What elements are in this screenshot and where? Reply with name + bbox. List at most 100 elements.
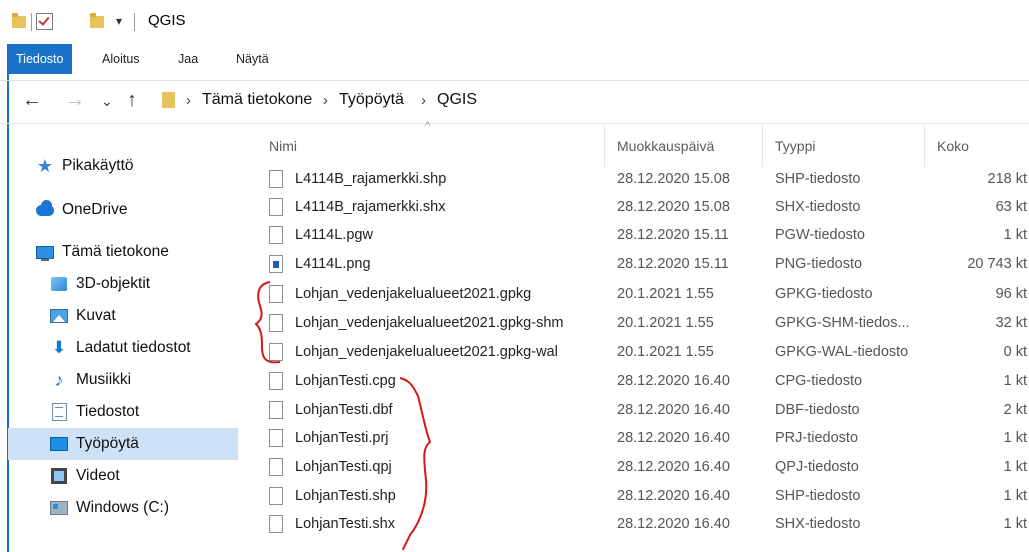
breadcrumb-desktop[interactable]: Työpöytä — [339, 91, 404, 109]
file-icon — [269, 515, 283, 533]
breadcrumb-this-pc[interactable]: Tämä tietokone — [202, 91, 312, 109]
file-type: GPKG-SHM-tiedos... — [775, 315, 910, 331]
up-arrow-icon[interactable]: ↑ — [127, 89, 137, 112]
file-icon — [269, 314, 283, 332]
column-divider[interactable] — [762, 125, 763, 167]
file-type: SHP-tiedosto — [775, 488, 861, 504]
sidebar-item-videos[interactable]: Videot — [50, 460, 238, 492]
file-icon — [269, 429, 283, 447]
file-icon — [269, 458, 283, 476]
breadcrumb-separator: › — [323, 92, 328, 109]
cloud-icon — [36, 199, 54, 219]
sort-ascending-icon: ^ — [425, 120, 431, 132]
sidebar-item-pictures[interactable]: Kuvat — [50, 300, 238, 332]
sidebar-item-music[interactable]: ♪ Musiikki — [50, 364, 238, 396]
file-row[interactable]: LohjanTesti.shx 28.12.2020 16.40 SHX-tie… — [255, 512, 1029, 538]
title-bar: ▾ QGIS — [0, 0, 1029, 44]
sidebar-item-windows-c[interactable]: Windows (C:) — [50, 492, 238, 524]
file-name: LohjanTesti.dbf — [295, 402, 393, 418]
recent-locations-icon[interactable]: ⌄ — [101, 93, 113, 110]
file-icon — [269, 372, 283, 390]
sidebar-item-label: Musiikki — [76, 371, 132, 388]
tab-view[interactable]: Näytä — [236, 44, 269, 74]
file-type: SHX-tiedosto — [775, 199, 861, 215]
file-size: 2 kt — [1003, 402, 1027, 418]
file-row[interactable]: LohjanTesti.dbf 28.12.2020 16.40 DBF-tie… — [255, 398, 1029, 424]
pictures-icon — [50, 307, 68, 325]
breadcrumb-qgis[interactable]: QGIS — [437, 91, 477, 109]
file-row[interactable]: Lohjan_vedenjakelualueet2021.gpkg-shm 20… — [255, 311, 1029, 337]
column-header-modified[interactable]: Muokkauspäivä — [617, 138, 714, 154]
file-size: 0 kt — [1003, 344, 1027, 360]
file-type: GPKG-tiedosto — [775, 286, 873, 302]
back-arrow-icon[interactable]: ← — [22, 89, 42, 112]
file-row[interactable]: L4114L.pgw 28.12.2020 15.11 PGW-tiedosto… — [255, 223, 1029, 249]
file-name: Lohjan_vedenjakelualueet2021.gpkg — [295, 286, 532, 302]
desktop-icon — [50, 435, 68, 453]
file-row[interactable]: LohjanTesti.prj 28.12.2020 16.40 PRJ-tie… — [255, 426, 1029, 452]
file-row[interactable]: LohjanTesti.qpj 28.12.2020 16.40 QPJ-tie… — [255, 455, 1029, 481]
sidebar-item-onedrive[interactable]: OneDrive — [36, 194, 238, 226]
file-modified: 28.12.2020 15.08 — [617, 171, 730, 187]
sidebar-item-this-pc[interactable]: Tämä tietokone — [36, 236, 238, 268]
file-size: 1 kt — [1003, 516, 1027, 532]
file-row[interactable]: Lohjan_vedenjakelualueet2021.gpkg 20.1.2… — [255, 282, 1029, 308]
customize-toolbar-dropdown-icon[interactable]: ▾ — [116, 14, 122, 28]
file-modified: 28.12.2020 15.11 — [617, 256, 729, 272]
file-row[interactable]: LohjanTesti.cpg 28.12.2020 16.40 CPG-tie… — [255, 369, 1029, 395]
tab-share[interactable]: Jaa — [178, 44, 198, 74]
file-icon — [269, 401, 283, 419]
column-header-type[interactable]: Tyyppi — [775, 138, 815, 154]
tab-file[interactable]: Tiedosto — [7, 44, 73, 74]
breadcrumb-separator: › — [186, 92, 191, 109]
sidebar-item-desktop[interactable]: Työpöytä — [8, 428, 238, 460]
file-modified: 28.12.2020 16.40 — [617, 430, 730, 446]
column-header-name[interactable]: Nimi — [269, 138, 297, 154]
sidebar-item-label: Ladatut tiedostot — [76, 339, 191, 356]
file-name: LohjanTesti.shx — [295, 516, 395, 532]
sidebar-item-label: Kuvat — [76, 307, 116, 324]
sidebar-item-label: OneDrive — [62, 201, 128, 218]
file-name: LohjanTesti.cpg — [295, 373, 396, 389]
sidebar-item-documents[interactable]: Tiedostot — [50, 396, 238, 428]
forward-arrow-icon[interactable]: → — [65, 89, 85, 112]
column-divider[interactable] — [604, 125, 605, 167]
new-folder-icon[interactable] — [90, 13, 104, 28]
ribbon-tabs: Tiedosto Aloitus Jaa Näytä — [0, 44, 1029, 74]
file-type: CPG-tiedosto — [775, 373, 863, 389]
divider — [31, 13, 32, 31]
file-size: 20 743 kt — [967, 256, 1027, 272]
file-modified: 20.1.2021 1.55 — [617, 286, 714, 302]
file-row[interactable]: LohjanTesti.shp 28.12.2020 16.40 SHP-tie… — [255, 484, 1029, 510]
sidebar-item-3d-objects[interactable]: 3D-objektit — [50, 268, 238, 300]
file-row[interactable]: L4114B_rajamerkki.shx 28.12.2020 15.08 S… — [255, 195, 1029, 221]
column-divider[interactable] — [924, 125, 925, 167]
file-modified: 28.12.2020 15.08 — [617, 199, 730, 215]
file-type: GPKG-WAL-tiedosto — [775, 344, 909, 360]
file-type: DBF-tiedosto — [775, 402, 860, 418]
sidebar-item-label: 3D-objektit — [76, 275, 151, 292]
column-header-size[interactable]: Koko — [937, 138, 969, 154]
tab-home[interactable]: Aloitus — [102, 44, 140, 74]
drive-icon — [50, 499, 68, 517]
file-icon — [269, 170, 283, 188]
properties-check-icon[interactable] — [36, 13, 53, 30]
file-row[interactable]: L4114B_rajamerkki.shp 28.12.2020 15.08 S… — [255, 167, 1029, 193]
videos-icon — [50, 467, 68, 485]
file-type: PGW-tiedosto — [775, 227, 865, 243]
file-icon — [269, 198, 283, 216]
folder-icon — [162, 92, 175, 108]
window-title: QGIS — [148, 12, 186, 29]
sidebar-item-downloads[interactable]: ⬇ Ladatut tiedostot — [50, 332, 238, 364]
file-row[interactable]: L4114L.png 28.12.2020 15.11 PNG-tiedosto… — [255, 252, 1029, 278]
file-size: 96 kt — [995, 286, 1027, 302]
file-row[interactable]: Lohjan_vedenjakelualueet2021.gpkg-wal 20… — [255, 340, 1029, 366]
sidebar-item-quick-access[interactable]: ★ Pikakäyttö — [36, 150, 238, 182]
file-name: L4114L.pgw — [295, 227, 373, 243]
file-icon — [269, 285, 283, 303]
file-modified: 28.12.2020 16.40 — [617, 488, 730, 504]
downloads-icon: ⬇ — [51, 338, 67, 357]
image-file-icon — [269, 255, 283, 273]
file-modified: 28.12.2020 15.11 — [617, 227, 729, 243]
file-icon — [269, 226, 283, 244]
